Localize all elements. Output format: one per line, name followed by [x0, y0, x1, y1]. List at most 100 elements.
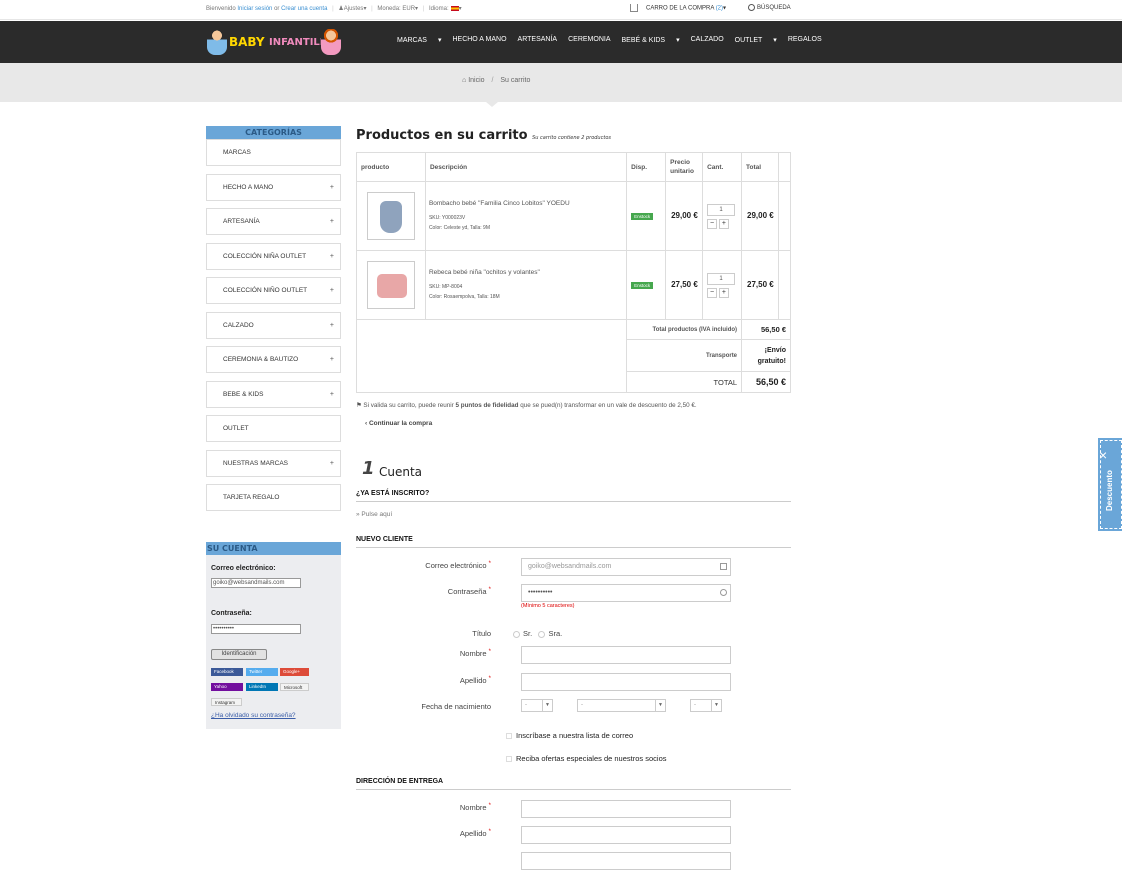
decrease-quantity-button[interactable]: −	[707, 287, 718, 298]
baby-girl-illustration	[321, 29, 341, 55]
col-unit-price: Precio unitario	[665, 152, 704, 182]
cart-header-row: producto Descripción Disp. Precio unitar…	[356, 152, 792, 182]
sidebar-item-hecho-a-mano[interactable]: HECHO A MANO +	[206, 173, 341, 201]
close-icon[interactable]: ×	[1099, 447, 1107, 463]
instagram-login-button[interactable]: Instagram	[211, 698, 242, 706]
expand-icon[interactable]: +	[330, 209, 334, 234]
login-button[interactable]: Identificación	[211, 649, 267, 660]
sidebar-item-ceremonia-bautizo[interactable]: CEREMONIA & BAUTIZO +	[206, 346, 341, 373]
sidebar-item-nuestras-marcas[interactable]: NUESTRAS MARCAS +	[206, 449, 341, 477]
cart-link[interactable]: CARRO DE LA COMPRA (2)▾	[630, 4, 726, 12]
sidebar-item-calzado[interactable]: CALZADO +	[206, 311, 341, 339]
last-name-field[interactable]	[521, 673, 731, 691]
breadcrumb-home[interactable]: Inicio	[468, 77, 484, 84]
expand-icon[interactable]: +	[330, 451, 334, 476]
email-label: Correo electrónico	[425, 561, 487, 570]
expand-icon[interactable]: +	[330, 175, 334, 200]
login-link[interactable]: Iniciar sesión	[237, 6, 272, 12]
sidebar-item-tarjeta-regalo[interactable]: TARJETA REGALO	[206, 484, 341, 511]
mrs-radio[interactable]: Sra.	[538, 629, 562, 638]
google-login-button[interactable]: Google+	[280, 668, 309, 676]
sidebar-item-coleccion-nino-outlet[interactable]: COLECCIÓN NIÑO OUTLET +	[206, 277, 341, 304]
facebook-login-button[interactable]: Facebook	[211, 668, 243, 676]
expand-icon[interactable]: +	[330, 244, 334, 269]
product-image[interactable]	[367, 192, 415, 240]
delivery-next-field[interactable]	[521, 852, 731, 870]
product-name[interactable]: Rebeca bebé niña "ochitos y volantes"	[426, 269, 626, 276]
quantity-input[interactable]: 1	[707, 203, 736, 216]
eye-icon[interactable]	[720, 589, 727, 596]
shopping-bag-icon	[630, 4, 638, 12]
total-products-value: 56,50 €	[741, 319, 791, 340]
expand-icon[interactable]: +	[330, 347, 334, 372]
sidebar-item-artesania[interactable]: ARTESANÍA +	[206, 208, 341, 235]
first-name-field[interactable]	[521, 646, 731, 664]
title-row: Título Sr. Sra.	[356, 626, 791, 644]
menu-item-hecho-a-mano[interactable]: HECHO A MANO	[452, 36, 506, 44]
home-icon: ⌂	[462, 77, 467, 84]
password-hint: (Mínimo 5 caracteres)	[521, 603, 575, 609]
delivery-first-name-field[interactable]	[521, 800, 731, 818]
loyalty-points: 5 puntos de fidelidad	[455, 402, 519, 409]
discount-tab[interactable]: × Descuento	[1098, 438, 1122, 531]
settings-dropdown[interactable]: ♟Ajustes▾	[338, 6, 366, 12]
menu-item-artesania[interactable]: ARTESANÍA	[518, 36, 558, 44]
search-link[interactable]: BÚSQUEDA	[748, 4, 791, 11]
delivery-last-name-field[interactable]	[521, 826, 731, 844]
clear-icon[interactable]	[720, 563, 727, 570]
sidebar-item-bebe-kids[interactable]: BEBE & KIDS +	[206, 380, 341, 408]
language-dropdown[interactable]: Idioma: ▾	[429, 5, 462, 12]
discount-tab-label: Descuento	[1105, 470, 1114, 511]
expand-icon[interactable]: +	[330, 278, 334, 303]
forgot-password-link[interactable]: ¿Ha olvidado su contraseña?	[211, 712, 296, 719]
table-row: Bombacho bebé "Familia Cinco Lobitos" YO…	[356, 181, 792, 251]
menu-item-regalos[interactable]: REGALOS	[788, 36, 822, 44]
increase-quantity-button[interactable]: +	[718, 287, 729, 298]
menu-item-outlet[interactable]: OUTLET ▾	[735, 36, 777, 44]
password-row: Contraseña * ••••••••••	[356, 584, 791, 602]
menu-item-bebe-kids[interactable]: BEBÉ & KIDS ▾	[622, 36, 680, 44]
sidebar-item-marcas[interactable]: MARCAS	[206, 139, 341, 166]
linkedin-login-button[interactable]: LinkedIn	[246, 683, 278, 691]
site-logo[interactable]: BABY INFANTILE	[207, 26, 342, 58]
menu-item-calzado[interactable]: CALZADO	[691, 36, 724, 44]
create-account-link[interactable]: Crear una cuenta	[281, 6, 327, 12]
menu-item-marcas[interactable]: MARCAS ▾	[397, 36, 441, 44]
newsletter-checkbox[interactable]: Inscríbase a nuestra lista de correo	[506, 731, 633, 740]
cart-count: (2)	[715, 5, 724, 12]
birth-year-select[interactable]: - ▼	[690, 699, 722, 712]
continue-shopping-link[interactable]: ‹ Continuar la compra	[365, 420, 432, 427]
yahoo-login-button[interactable]: Yahoo	[211, 683, 243, 691]
account-email-input[interactable]: goiko@websandmails.com	[211, 578, 301, 588]
microsoft-login-button[interactable]: Microsoft	[280, 683, 309, 691]
product-sku: SKU: Y000023V	[428, 214, 466, 221]
expand-icon[interactable]: +	[330, 313, 334, 338]
account-password-input[interactable]: ••••••••••	[211, 624, 301, 634]
sidebar-item-coleccion-nina-outlet[interactable]: COLECCIÓN NIÑA OUTLET +	[206, 242, 341, 270]
delivery-first-name-label: Nombre	[459, 803, 487, 812]
twitter-login-button[interactable]: Twitter	[246, 668, 278, 676]
password-field[interactable]: ••••••••••	[521, 584, 731, 602]
partner-offers-checkbox[interactable]: Reciba ofertas especiales de nuestros so…	[506, 754, 667, 763]
col-description: Descripción	[424, 152, 628, 182]
expand-icon[interactable]: +	[330, 382, 334, 407]
sidebar-item-outlet[interactable]: OUTLET	[206, 415, 341, 442]
product-image[interactable]	[367, 261, 415, 309]
logo-word-baby: BABY	[229, 35, 265, 49]
main-nav: BABY INFANTILE MARCAS ▾ HECHO A MANO ARTE…	[0, 21, 1122, 63]
menu-item-ceremonia[interactable]: CEREMONIA	[568, 36, 610, 44]
birth-month-select[interactable]: - ▼	[577, 699, 666, 712]
product-name[interactable]: Bombacho bebé "Familia Cinco Lobitos" YO…	[426, 200, 626, 207]
email-field[interactable]: goiko@websandmails.com	[521, 558, 731, 576]
breadcrumb-bar: ⌂ Inicio / Su carrito	[0, 63, 1122, 107]
mr-radio[interactable]: Sr.	[513, 629, 532, 638]
registered-section-title: ¿YA ESTÁ INSCRITO?	[356, 490, 791, 502]
decrease-quantity-button[interactable]: −	[707, 218, 718, 229]
increase-quantity-button[interactable]: +	[718, 218, 729, 229]
breadcrumb: ⌂ Inicio / Su carrito	[462, 77, 531, 84]
click-here-link[interactable]: » Pulse aquí	[356, 511, 392, 518]
currency-dropdown[interactable]: Moneda: EUR	[377, 6, 415, 12]
quantity-input[interactable]: 1	[707, 272, 736, 285]
birthdate-row: Fecha de nacimiento - ▼ - ▼ - ▼	[356, 699, 791, 717]
birth-day-select[interactable]: - ▼	[521, 699, 553, 712]
